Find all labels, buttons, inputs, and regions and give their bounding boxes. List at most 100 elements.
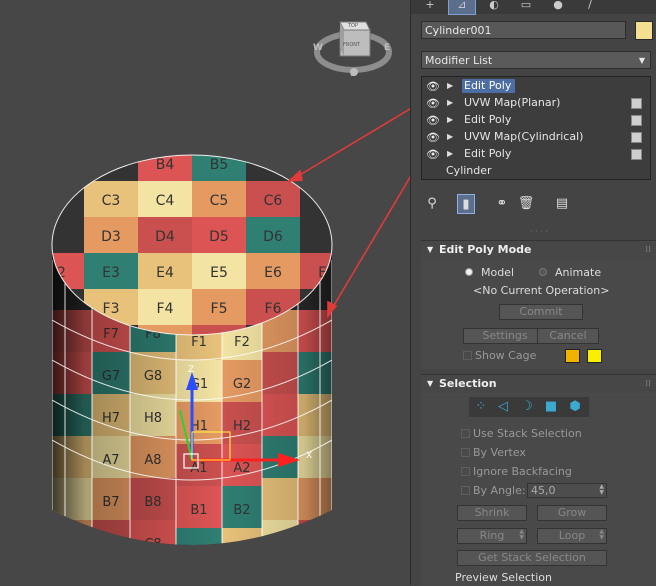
uv-cell-label: E3 xyxy=(102,265,120,281)
stack-item-uvw-planar[interactable]: 👁 ▶ UVW Map(Planar) xyxy=(422,95,650,111)
show-cage-checkbox[interactable] xyxy=(463,351,472,360)
viewcube[interactable]: TOP FRONT W E S xyxy=(313,21,392,79)
stack-item-checkbox[interactable] xyxy=(631,115,642,126)
tab-modify[interactable]: ⊿ xyxy=(448,0,476,15)
tab-create[interactable]: + xyxy=(417,0,443,14)
eye-icon[interactable]: 👁 xyxy=(426,79,440,95)
selection-header[interactable]: ▼ Selection ⁞⁞ xyxy=(421,375,656,393)
uv-side-cell xyxy=(52,520,92,545)
expand-triangle-icon[interactable]: ▶ xyxy=(447,129,453,145)
uv-side-cell-label: C1 xyxy=(190,545,207,560)
grow-button[interactable]: Grow xyxy=(537,505,607,521)
expand-triangle-icon[interactable]: ▶ xyxy=(447,78,453,94)
arrow-head-top xyxy=(286,169,303,182)
uv-cell-label: D3 xyxy=(101,229,121,245)
model-radio[interactable] xyxy=(465,268,473,276)
stack-item-checkbox[interactable] xyxy=(631,132,642,143)
stack-item-label: Edit Poly xyxy=(464,147,512,160)
polygon-icon[interactable]: ■ xyxy=(541,397,561,417)
element-icon[interactable]: ⬢ xyxy=(565,397,585,417)
by-angle-checkbox[interactable] xyxy=(461,486,470,495)
settings-button[interactable]: Settings xyxy=(463,328,547,344)
dropdown-arrow-icon: ▼ xyxy=(638,56,645,65)
animate-radio[interactable] xyxy=(539,268,547,276)
ignore-backfacing-checkbox[interactable] xyxy=(461,467,470,476)
ring-spinner-icon[interactable]: ▲ ▼ xyxy=(519,529,524,541)
panel-separator: · · · · xyxy=(530,227,548,236)
uv-cell-label: C3 xyxy=(102,193,121,209)
current-operation-text: <No Current Operation> xyxy=(473,284,610,297)
use-stack-selection-checkbox[interactable] xyxy=(461,429,470,438)
stack-item-checkbox[interactable] xyxy=(631,98,642,109)
object-color-swatch[interactable] xyxy=(635,21,653,40)
uv-cell-label: E6 xyxy=(264,265,282,281)
drag-handle-icon: ⁞⁞ xyxy=(645,379,651,389)
rollout-title: Selection xyxy=(439,377,497,390)
modifier-list-dropdown[interactable]: Modifier List ▼ xyxy=(421,51,651,69)
stack-item-checkbox[interactable] xyxy=(631,149,642,160)
loop-button[interactable]: Loop ▲ ▼ xyxy=(537,528,607,544)
stack-item-uvw-cylindrical[interactable]: 👁 ▶ UVW Map(Cylindrical) xyxy=(422,129,650,145)
stack-item-edit-poly-2[interactable]: 👁 ▶ Edit Poly xyxy=(422,112,650,128)
configure-sets-icon[interactable]: ▤ xyxy=(553,194,571,214)
viewport-canvas[interactable]: F7F8F1F2G7G8G1G2H7H8H1H2A7A8A1A2B7B8B1B2… xyxy=(0,0,410,585)
edit-poly-mode-header[interactable]: ▼ Edit Poly Mode ⁞⁞ xyxy=(421,241,656,259)
by-vertex-checkbox[interactable] xyxy=(461,448,470,457)
modifier-stack[interactable]: 👁 ▶ Edit Poly 👁 ▶ UVW Map(Planar) 👁 ▶ Ed… xyxy=(421,76,651,180)
loop-spinner-icon[interactable]: ▲ ▼ xyxy=(599,529,604,541)
tab-motion[interactable]: ▭ xyxy=(513,0,539,14)
vertex-icon[interactable]: ⁘ xyxy=(471,397,491,417)
tab-utilities[interactable]: / xyxy=(577,0,603,14)
cage-color-2-swatch[interactable] xyxy=(587,349,602,363)
angle-value: 45,0 xyxy=(531,484,556,497)
viewcube-top-label: TOP xyxy=(347,23,358,29)
cancel-button[interactable]: Cancel xyxy=(537,328,599,344)
stack-toolbar: ⚲ ▮ ⚭ 🗑 ▤ xyxy=(421,192,651,216)
shrink-button[interactable]: Shrink xyxy=(457,505,527,521)
tab-hierarchy[interactable]: ◐ xyxy=(481,0,507,14)
viewport[interactable]: F7F8F1F2G7G8G1G2H7H8H1H2A7A8A1A2B7B8B1B2… xyxy=(0,0,410,585)
subobject-toolbar: ⁘ ◁ ☽ ■ ⬢ xyxy=(469,397,589,417)
expand-triangle-icon[interactable]: ▶ xyxy=(447,146,453,162)
uv-cell-label: F3 xyxy=(103,301,120,317)
eye-icon[interactable]: 👁 xyxy=(426,147,440,163)
eye-icon[interactable]: 👁 xyxy=(426,130,440,146)
stack-base-label: Cylinder xyxy=(446,164,492,177)
commit-button[interactable]: Commit xyxy=(499,304,583,320)
eye-icon[interactable]: 👁 xyxy=(426,96,440,112)
expand-triangle-icon[interactable]: ▶ xyxy=(447,112,453,128)
stack-item-edit-poly-1[interactable]: 👁 ▶ Edit Poly xyxy=(422,78,650,94)
remove-modifier-icon[interactable]: 🗑 xyxy=(517,194,535,214)
get-stack-selection-button[interactable]: Get Stack Selection xyxy=(457,550,607,566)
panel-tabs: + ⊿ ◐ ▭ ● / xyxy=(411,0,656,15)
show-end-result-icon[interactable]: ▮ xyxy=(457,194,475,214)
stack-item-label: UVW Map(Planar) xyxy=(464,96,561,109)
cage-color-1-swatch[interactable] xyxy=(565,349,580,363)
spinner-arrows-icon[interactable]: ▲ ▼ xyxy=(599,484,604,496)
ring-button[interactable]: Ring ▲ ▼ xyxy=(457,528,527,544)
edge-icon[interactable]: ◁ xyxy=(493,397,513,417)
command-panel: + ⊿ ◐ ▭ ● / Cylinder001 Modifier List ▼ … xyxy=(410,0,656,586)
viewcube-east: E xyxy=(384,43,390,53)
drag-handle-icon: ⁞⁞ xyxy=(645,245,651,255)
arrow-to-top-cap xyxy=(292,108,410,180)
angle-spinner[interactable]: 45,0 ▲ ▼ xyxy=(527,483,607,498)
object-name-field[interactable]: Cylinder001 xyxy=(421,21,626,39)
stack-item-label: UVW Map(Cylindrical) xyxy=(464,130,584,143)
by-vertex-label: By Vertex xyxy=(473,446,526,459)
tab-display[interactable]: ● xyxy=(545,0,571,14)
pin-stack-icon[interactable]: ⚲ xyxy=(423,194,441,214)
uv-cell-label: B4 xyxy=(156,157,175,173)
animate-label: Animate xyxy=(555,266,602,279)
rollout-title: Edit Poly Mode xyxy=(439,243,532,256)
stack-item-cylinder[interactable]: Cylinder xyxy=(422,163,650,179)
expand-triangle-icon[interactable]: ▶ xyxy=(447,95,453,111)
make-unique-icon[interactable]: ⚭ xyxy=(493,194,511,214)
viewcube-west: W xyxy=(313,43,323,53)
uv-cell-label: F5 xyxy=(211,301,228,317)
eye-icon[interactable]: 👁 xyxy=(426,113,440,129)
border-icon[interactable]: ☽ xyxy=(517,397,537,417)
stack-item-edit-poly-3[interactable]: 👁 ▶ Edit Poly xyxy=(422,146,650,162)
uv-cell-label: D5 xyxy=(209,229,229,245)
use-stack-selection-label: Use Stack Selection xyxy=(473,427,582,440)
